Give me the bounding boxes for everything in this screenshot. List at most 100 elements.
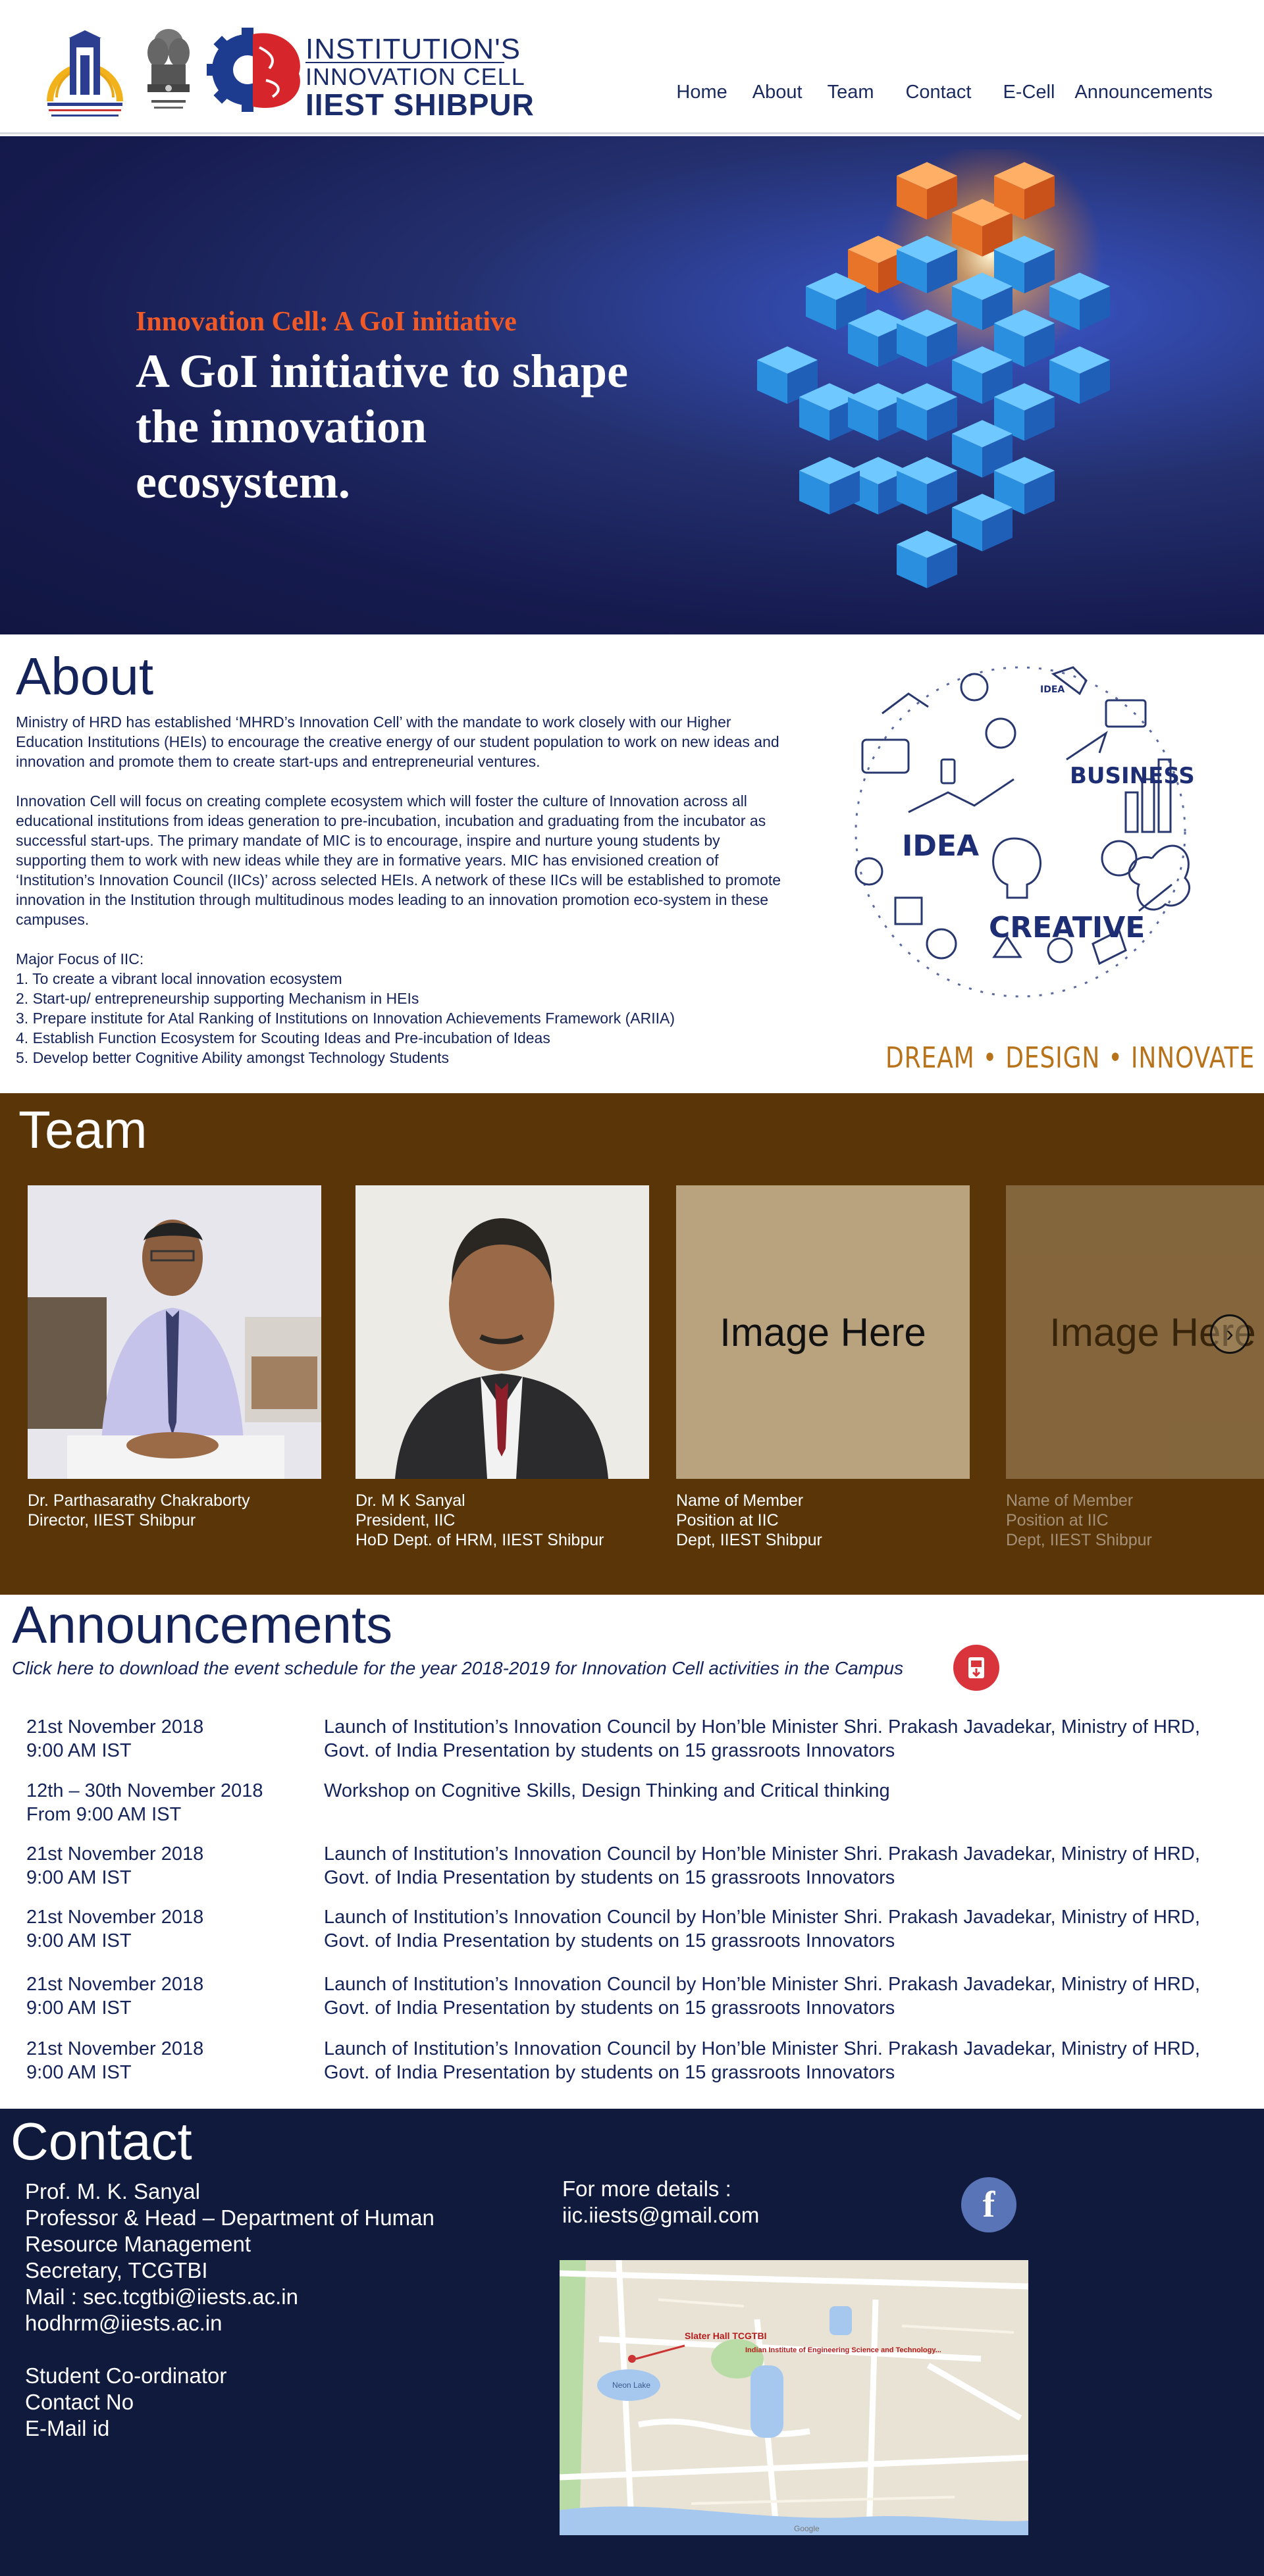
art-word-business: BUSINESS [1070,763,1195,789]
brand-line-iiest: IIEST SHIBPUR [305,88,535,122]
announcements-section: Announcements Click here to download the… [0,1595,1264,2109]
student-coordinator-line: Student Co-ordinator [25,2363,227,2388]
announcement-line: Govt. of India Presentation by students … [324,1930,895,1951]
focus-title: Major Focus of IIC: [16,950,144,967]
nav-team[interactable]: Team [828,82,874,103]
member-dept: Dept, IIEST Shibpur [1006,1531,1152,1549]
iic-logo[interactable]: INSTITUTION'S INNOVATION CELL IIEST SHIB… [207,28,534,122]
contact-line: Professor & Head – Department of Human [25,2205,434,2230]
nav-announcements[interactable]: Announcements [1074,82,1213,103]
pdf-icon [968,1657,984,1678]
iiest-logo[interactable] [42,29,128,121]
contact-section: Contact Prof. M. K. Sanyal Professor & H… [0,2109,1264,2576]
contact-details: Prof. M. K. Sanyal Professor & Head – De… [25,2178,486,2442]
campus-map[interactable]: Slater Hall TCGTBI Indian Institute of E… [560,2260,1028,2535]
announcement-date: 12th – 30th November 2018 From 9:00 AM I… [26,1779,316,1826]
team-member-card[interactable]: Image Here Name of Member Position at II… [1006,1185,1264,1550]
map-institute-label: Indian Institute of Engineering Science … [745,2346,941,2354]
nav-about[interactable]: About [752,82,803,103]
pdf-download-button[interactable] [953,1645,999,1691]
more-details-label: For more details : [562,2177,731,2201]
announcement-time-text: 9:00 AM IST [26,1930,132,1951]
announcement-line: Launch of Institution’s Innovation Counc… [324,1716,1200,1738]
announcement-description: Launch of Institution’s Innovation Counc… [324,1842,1246,1890]
facebook-button[interactable]: f [961,2177,1016,2232]
announcement-line: Launch of Institution’s Innovation Counc… [324,2038,1200,2059]
announcement-line: Launch of Institution’s Innovation Counc… [324,1843,1200,1865]
announcement-time-text: 9:00 AM IST [26,1740,132,1761]
about-paragraph-2: Innovation Cell will focus on creating c… [16,792,781,928]
logo-area: INSTITUTION'S INNOVATION CELL IIEST SHIB… [42,24,534,122]
announcement-line: Workshop on Cognitive Skills, Design Thi… [324,1780,890,1801]
cube-block [897,530,957,588]
announcement-date-text: 21st November 2018 [26,1843,204,1865]
cube-illustration [757,149,1110,588]
brand-line-institutions: INSTITUTION'S [305,33,521,65]
map-google-label: Google [794,2524,820,2533]
member-role: President, IIC [356,1511,456,1530]
announcement-line: Launch of Institution’s Innovation Counc… [324,1974,1200,1995]
member-role: Position at IIC [676,1511,779,1530]
hero-kicker: Innovation Cell: A GoI initiative [136,307,517,337]
member-details: Name of Member Position at IIC Dept, IIE… [676,1491,970,1550]
hero-title: A GoI initiative to shape the innovation… [136,345,629,508]
about-heading: About [16,647,154,706]
nav-ecell[interactable]: E-Cell [1003,82,1055,103]
announcement-time-text: 9:00 AM IST [26,1997,132,2019]
member-photo [356,1185,649,1479]
member-details: Name of Member Position at IIC Dept, IIE… [1006,1491,1264,1550]
announcement-line: Govt. of India Presentation by students … [324,2062,895,2083]
member-name: Name of Member [676,1491,804,1510]
cube-block [1049,346,1110,404]
about-paragraph-1: Ministry of HRD has established ‘MHRD’s … [16,713,779,770]
focus-item: 4. Establish Function Ecosystem for Scou… [16,1029,550,1046]
student-email-line: E-Mail id [25,2416,110,2440]
carousel-next-button[interactable]: › [1210,1314,1250,1354]
more-details: For more details : iic.iiests@gmail.com [562,2176,759,2228]
nav-contact[interactable]: Contact [905,82,971,103]
about-section: About Ministry of HRD has established ‘M… [0,634,1264,1093]
announcements-heading: Announcements [12,1595,393,1654]
announcement-date-text: 21st November 2018 [26,2038,204,2059]
announcement-date-text: 12th – 30th November 2018 [26,1780,263,1801]
member-name: Dr. M K Sanyal [356,1491,465,1510]
announcement-date: 21st November 2018 9:00 AM IST [26,1905,316,1953]
contact-heading: Contact [11,2112,192,2171]
member-dept: Dept, IIEST Shibpur [676,1531,822,1549]
member-details: Dr. Parthasarathy Chakraborty Director, … [28,1491,321,1530]
contact-email-line[interactable]: Mail : sec.tcgtbi@iiests.ac.in [25,2284,486,2310]
announcement-line: Govt. of India Presentation by students … [324,1997,895,2019]
more-details-email[interactable]: iic.iiests@gmail.com [562,2202,759,2228]
download-schedule-link[interactable]: Click here to download the event schedul… [12,1658,903,1679]
contact-line: Prof. M. K. Sanyal [25,2179,200,2203]
announcement-date: 21st November 2018 9:00 AM IST [26,2037,316,2084]
nav-home[interactable]: Home [676,82,727,103]
contact-line: Secretary, TCGTBI [25,2258,208,2282]
announcement-description: Launch of Institution’s Innovation Counc… [324,1905,1246,1953]
contact-line: Resource Management [25,2232,251,2256]
chevron-right-icon: › [1226,1321,1234,1347]
cube-block [897,457,957,515]
team-member-card[interactable]: Dr. Parthasarathy Chakraborty Director, … [28,1185,321,1530]
map-lake-label: Neon Lake [612,2381,650,2390]
announcement-line: Govt. of India Presentation by students … [324,1740,895,1761]
focus-list: 1. To create a vibrant local innovation … [16,969,793,1068]
team-member-card[interactable]: Image Here Name of Member Position at II… [676,1185,970,1550]
student-contact-line: Contact No [25,2390,134,2414]
hero-banner: Innovation Cell: A GoI initiative A GoI … [0,136,1264,634]
announcement-date-text: 21st November 2018 [26,1974,204,1995]
member-name: Name of Member [1006,1491,1134,1510]
contact-email-line[interactable]: hodhrm@iiests.ac.in [25,2310,486,2336]
announcement-time-text: From 9:00 AM IST [26,1804,182,1825]
announcement-time-text: 9:00 AM IST [26,2062,132,2083]
team-member-card[interactable]: Dr. M K Sanyal President, IIC HoD Dept. … [356,1185,649,1550]
announcement-line: Launch of Institution’s Innovation Counc… [324,1907,1200,1928]
team-heading: Team [18,1100,147,1159]
focus-item: 5. Develop better Cognitive Ability amon… [16,1049,450,1066]
business-idea-illustration: BUSINESS IDEA CREATIVE IDEA [855,666,1195,998]
main-nav: Home About Team Contact E-Cell Announcem… [651,82,1213,103]
focus-item: 2. Start-up/ entrepreneurship supporting… [16,990,419,1007]
member-name: Dr. Parthasarathy Chakraborty [28,1491,250,1510]
facebook-icon: f [982,2184,995,2225]
member-photo [28,1185,321,1479]
